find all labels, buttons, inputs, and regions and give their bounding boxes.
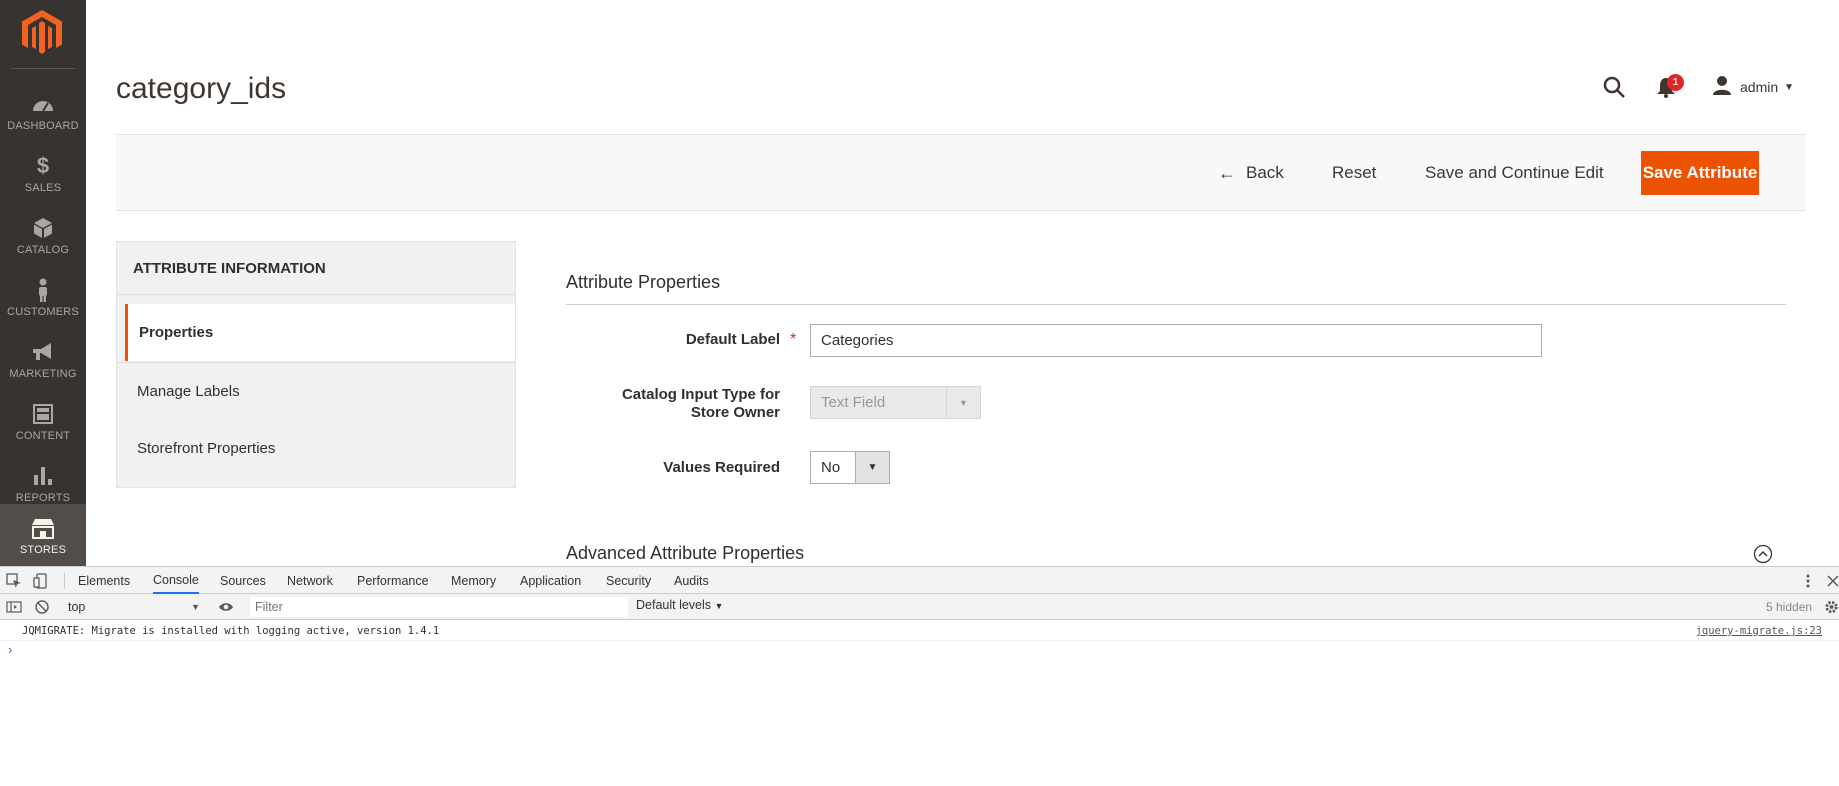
devtools-tab-console[interactable]: Console	[153, 567, 199, 594]
sidebar-toggle-icon[interactable]	[6, 599, 22, 615]
tab-manage-labels[interactable]: Manage Labels	[125, 363, 515, 420]
nav-label: DASHBOARD	[7, 120, 79, 132]
search-icon[interactable]	[1602, 75, 1626, 99]
nav-label: REPORTS	[15, 492, 71, 504]
admin-sidebar: DASHBOARD $ SALES CATALOG CUSTOMERS MARK…	[0, 0, 86, 566]
devtools-panel: Elements Console Sources Network Perform…	[0, 566, 1839, 786]
dollar-icon: $	[36, 153, 50, 178]
required-indicator: *	[790, 331, 797, 348]
section-title: Attribute Properties	[566, 272, 721, 292]
divider	[64, 573, 65, 589]
default-label-input[interactable]	[810, 324, 1542, 357]
device-toolbar-icon[interactable]	[33, 573, 49, 589]
devtools-tab-security[interactable]: Security	[606, 567, 651, 594]
nav-label: CUSTOMERS	[7, 306, 79, 318]
nav-item-dashboard[interactable]: DASHBOARD	[0, 80, 86, 142]
select-value: Text Field	[821, 394, 886, 411]
back-button-label: Back	[1246, 163, 1284, 182]
devtools-tab-elements[interactable]: Elements	[78, 567, 130, 594]
console-toolbar: top ▼ Default levels ▼ 5 hidden	[0, 594, 1839, 620]
context-value: top	[68, 600, 86, 614]
notification-count-badge: 1	[1667, 74, 1684, 91]
context-selector[interactable]: top ▼	[68, 598, 200, 616]
person-icon	[29, 277, 57, 303]
inspect-element-icon[interactable]	[6, 573, 22, 589]
values-required-label: Values Required	[663, 459, 780, 476]
dashboard-icon	[29, 91, 57, 117]
chevron-down-icon: ▼	[855, 452, 889, 483]
chevron-down-icon: ▼	[714, 601, 724, 611]
log-levels-label: Default levels	[636, 598, 712, 612]
nav-label: CONTENT	[15, 430, 71, 442]
tab-properties[interactable]: Properties	[125, 304, 515, 361]
nav-label: MARKETING	[9, 368, 77, 380]
megaphone-icon	[29, 339, 57, 365]
back-button[interactable]: ← Back	[1218, 151, 1284, 195]
nav-item-catalog[interactable]: CATALOG	[0, 204, 86, 266]
log-levels-dropdown[interactable]: Default levels ▼	[636, 598, 723, 612]
tabs-title: ATTRIBUTE INFORMATION	[133, 260, 326, 277]
tab-storefront-properties[interactable]: Storefront Properties	[125, 420, 515, 477]
devtools-tab-sources[interactable]: Sources	[220, 567, 266, 594]
advanced-properties-title[interactable]: Advanced Attribute Properties	[566, 543, 804, 564]
nav-item-sales[interactable]: $ SALES	[0, 142, 86, 204]
content-icon	[29, 401, 57, 427]
default-label-label: Default Label	[685, 331, 780, 348]
divider	[117, 294, 515, 295]
section-divider	[566, 304, 1786, 305]
nav-label: STORES	[19, 544, 67, 556]
devtools-tab-network[interactable]: Network	[287, 567, 333, 594]
console-message-source-link[interactable]: jquery-migrate.js:23	[1696, 625, 1822, 637]
clear-console-icon[interactable]	[34, 599, 50, 615]
nav-item-content[interactable]: CONTENT	[0, 390, 86, 452]
catalog-input-type-select: Text Field ▼	[810, 386, 981, 419]
console-message: JQMIGRATE: Migrate is installed with log…	[0, 621, 1839, 641]
nav-item-customers[interactable]: CUSTOMERS	[0, 266, 86, 328]
nav-item-stores[interactable]: STORES	[0, 504, 86, 566]
eye-icon[interactable]	[218, 599, 234, 615]
console-prompt[interactable]: ›	[8, 642, 12, 657]
select-value: No	[821, 459, 841, 476]
chevron-down-icon: ▼	[1784, 81, 1795, 93]
box-icon	[29, 215, 57, 241]
nav-label: SALES	[24, 182, 62, 194]
save-attribute-button[interactable]: Save Attribute	[1641, 151, 1759, 195]
nav-label: CATALOG	[16, 244, 70, 256]
chevron-down-icon: ▼	[191, 602, 200, 612]
devtools-tab-audits[interactable]: Audits	[674, 567, 709, 594]
catalog-input-type-label: Catalog Input Type for Store Owner	[621, 386, 780, 421]
values-required-select[interactable]: No ▼	[810, 451, 890, 484]
devtools-tabbar: Elements Console Sources Network Perform…	[0, 567, 1839, 594]
nav-item-marketing[interactable]: MARKETING	[0, 328, 86, 390]
user-menu[interactable]: admin ▼	[1712, 75, 1795, 100]
console-message-text: JQMIGRATE: Migrate is installed with log…	[22, 625, 440, 637]
devtools-tab-performance[interactable]: Performance	[357, 567, 429, 594]
magento-logo[interactable]	[22, 10, 62, 60]
store-icon	[29, 515, 57, 541]
user-icon	[1712, 75, 1732, 100]
page-title: category_ids	[116, 72, 287, 105]
console-filter-input[interactable]	[250, 597, 628, 617]
logo-divider	[11, 68, 75, 69]
close-icon[interactable]	[1826, 573, 1839, 589]
attribute-information-tabs: ATTRIBUTE INFORMATION Properties Manage …	[116, 241, 516, 488]
hidden-count: 5 hidden	[1766, 600, 1813, 614]
arrow-left-icon: ←	[1218, 162, 1236, 183]
collapse-toggle-icon[interactable]	[1753, 544, 1773, 564]
more-options-icon[interactable]	[1800, 573, 1816, 589]
devtools-tab-memory[interactable]: Memory	[451, 567, 496, 594]
save-and-continue-button[interactable]: Save and Continue Edit	[1425, 151, 1604, 195]
bar-chart-icon	[29, 463, 57, 489]
user-name: admin	[1740, 79, 1779, 95]
page-actions-bar: ← Back Reset Save and Continue Edit Save…	[116, 134, 1806, 211]
reset-button[interactable]: Reset	[1332, 151, 1376, 195]
chevron-down-icon: ▼	[946, 387, 980, 418]
devtools-tab-application[interactable]: Application	[520, 567, 581, 594]
gear-icon[interactable]	[1824, 599, 1839, 615]
